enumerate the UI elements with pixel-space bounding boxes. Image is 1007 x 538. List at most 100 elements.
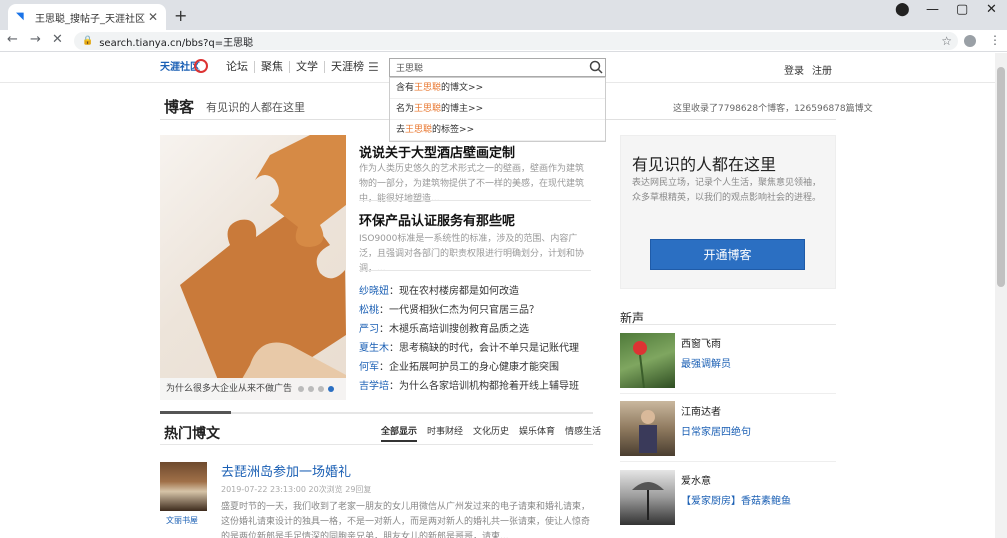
list-item[interactable]: 何军：企业拓展呵护员工的身心健康才能突围 <box>359 358 594 377</box>
stop-loading-icon[interactable]: ✕ <box>52 32 63 47</box>
list-item: 江南达者 日常家居四绝句 <box>620 401 836 462</box>
suggestion-keyword: 王思聪 <box>414 104 442 114</box>
post-title[interactable]: 去琵洲岛参加一场婚礼 <box>221 461 351 480</box>
minimize-icon[interactable]: — <box>926 2 939 17</box>
list-title[interactable]: 木褪乐高培训搜创教育品质之选 <box>389 324 529 335</box>
scrollbar-thumb[interactable] <box>997 67 1005 287</box>
blog-slogan: 有见识的人都在这里 <box>206 101 305 114</box>
url-field[interactable]: 🔒 search.tianya.cn/bbs?q=王思聪 ☆ <box>74 32 958 50</box>
list-item[interactable]: 松桃：一代贤相狄仁杰为何只官居三品？ <box>359 301 594 320</box>
nav-link-forum[interactable]: 论坛 <box>220 61 255 73</box>
url-text: search.tianya.cn/bbs?q=王思聪 <box>99 37 254 49</box>
tab-entertainment[interactable]: 娱乐体育 <box>519 424 555 442</box>
nav-link-literature[interactable]: 文学 <box>290 61 325 73</box>
carousel-dot-active[interactable] <box>328 386 334 392</box>
list-author[interactable]: 纱晓妞 <box>359 286 389 297</box>
avatar[interactable] <box>620 401 675 456</box>
nav-link-focus[interactable]: 聚焦 <box>255 61 290 73</box>
puzzle-illustration <box>180 135 346 400</box>
carousel-dot[interactable] <box>318 386 324 392</box>
person-blog[interactable]: 日常家居四绝句 <box>681 423 751 438</box>
carousel-dot[interactable] <box>298 386 304 392</box>
suggestion-suffix: 的博文>> <box>441 83 484 93</box>
list-item[interactable]: 纱晓妞：现在农村楼房都是如何改造 <box>359 282 594 301</box>
list-title[interactable]: 一代贤相狄仁杰为何只官居三品？ <box>389 305 539 316</box>
avatar[interactable] <box>620 470 675 525</box>
tab-all[interactable]: 全部显示 <box>381 424 418 442</box>
divider <box>620 461 836 462</box>
list-title[interactable]: 企业拓展呵护员工的身心健康才能突围 <box>389 362 559 373</box>
site-nav-links: 论坛 聚焦 文学 天涯榜 <box>220 61 370 73</box>
list-item[interactable]: 吉学培：为什么各家培训机构都抢着开线上辅导班 <box>359 377 594 396</box>
suggestion-prefix: 去 <box>396 125 406 135</box>
suggestion-prefix: 名为 <box>396 104 415 114</box>
login-link[interactable]: 登录 <box>784 62 804 77</box>
tab-finance[interactable]: 时事财经 <box>427 424 463 442</box>
tab-history[interactable]: 文化历史 <box>473 424 509 442</box>
divider <box>359 270 591 271</box>
close-window-icon[interactable]: ✕ <box>986 2 997 17</box>
carousel-dots <box>298 386 334 392</box>
maximize-icon[interactable]: ▢ <box>956 2 968 17</box>
divider <box>160 444 593 445</box>
tianya-favicon-icon: ◥ <box>16 11 24 22</box>
post-meta: 2019-07-22 23:13:00 20次浏览 29回复 <box>221 485 372 494</box>
feature-image-puzzle[interactable] <box>160 135 346 400</box>
search-input[interactable] <box>390 59 580 76</box>
list-author[interactable]: 吉学培 <box>359 381 389 392</box>
person-blog[interactable]: 【爱家厨房】香菇素鲍鱼 <box>681 492 791 507</box>
article-title[interactable]: 环保产品认证服务有那些呢 <box>359 210 515 229</box>
post-excerpt: 盛夏时节的一天，我们收到了老家一朋友的女儿用微信从广州发过来的电子请柬和婚礼请柬… <box>221 502 591 538</box>
list-author[interactable]: 何军 <box>359 362 379 373</box>
list-author[interactable]: 夏生木 <box>359 343 389 354</box>
list-item: 西窗飞雨 最强调解员 <box>620 333 836 394</box>
suggestion-item[interactable]: 名为王思聪的博主>> <box>390 99 605 120</box>
logo-circle-icon <box>194 59 208 73</box>
new-tab-button[interactable]: + <box>174 6 187 25</box>
list-title[interactable]: 思考稿缺的时代，会计不单只是记账代理 <box>399 343 579 354</box>
page-scrollbar[interactable] <box>995 53 1007 538</box>
person-photo-icon <box>639 410 657 453</box>
profile-menu-icon[interactable]: ⬤ <box>895 2 910 17</box>
suggestion-keyword: 王思聪 <box>405 125 433 135</box>
nav-link-ranking[interactable]: 天涯榜 <box>325 61 370 73</box>
browser-tab-strip: ◥ 王思聪_搜帖子_天涯社区 ✕ + ⬤ — ▢ ✕ <box>0 0 1007 30</box>
list-item[interactable]: 严习：木褪乐高培训搜创教育品质之选 <box>359 320 594 339</box>
browser-menu-icon[interactable]: ⋮ <box>989 33 1001 47</box>
tab-emotion[interactable]: 情感生活 <box>565 424 601 442</box>
umbrella-figure-icon <box>632 482 664 520</box>
carousel-dot[interactable] <box>308 386 314 392</box>
profile-avatar-icon[interactable] <box>964 35 976 47</box>
person-blog[interactable]: 最强调解员 <box>681 355 731 370</box>
post-author[interactable]: 文丽书屋 <box>166 515 198 526</box>
article-list: 纱晓妞：现在农村楼房都是如何改造 松桃：一代贤相狄仁杰为何只官居三品？ 严习：木… <box>359 282 594 396</box>
person-name[interactable]: 江南达者 <box>681 403 721 418</box>
person-name[interactable]: 西窗飞雨 <box>681 335 721 350</box>
article-title[interactable]: 说说关于大型酒店壁画定制 <box>359 142 515 161</box>
tab-close-icon[interactable]: ✕ <box>148 10 158 24</box>
open-blog-button[interactable]: 开通博客 <box>650 239 805 270</box>
address-bar: ← → ✕ 🔒 search.tianya.cn/bbs?q=王思聪 ☆ <box>0 30 1007 52</box>
blog-stats: 这里收录了7798628个博客，126596878篇博文 <box>673 104 873 114</box>
suggestion-keyword: 王思聪 <box>414 83 442 93</box>
avatar[interactable] <box>620 333 675 389</box>
menu-icon[interactable]: ☰ <box>368 60 379 74</box>
list-author[interactable]: 松桃 <box>359 305 379 316</box>
search-icon[interactable] <box>589 60 603 74</box>
web-page: 天涯社区 论坛 聚焦 文学 天涯榜 ☰ 登录 注册 含有王思聪的博文>> 名为王… <box>0 53 995 538</box>
post-thumbnail[interactable] <box>160 462 207 511</box>
forward-arrow-icon[interactable]: → <box>30 32 41 47</box>
lock-icon: 🔒 <box>82 36 94 46</box>
list-item[interactable]: 夏生木：思考稿缺的时代，会计不单只是记账代理 <box>359 339 594 358</box>
suggestion-item[interactable]: 去王思聪的标签>> <box>390 120 605 141</box>
register-link[interactable]: 注册 <box>812 62 832 77</box>
back-arrow-icon[interactable]: ← <box>7 32 18 47</box>
person-name[interactable]: 爱水意 <box>681 472 711 487</box>
list-author[interactable]: 严习 <box>359 324 379 335</box>
list-title[interactable]: 现在农村楼房都是如何改造 <box>399 286 519 297</box>
bookmark-star-icon[interactable]: ☆ <box>941 34 952 48</box>
browser-tab[interactable]: ◥ 王思聪_搜帖子_天涯社区 ✕ <box>8 4 166 30</box>
suggestion-item[interactable]: 含有王思聪的博文>> <box>390 78 605 99</box>
tianya-logo[interactable]: 天涯社区 <box>160 58 208 78</box>
list-title[interactable]: 为什么各家培训机构都抢着开线上辅导班 <box>399 381 579 392</box>
